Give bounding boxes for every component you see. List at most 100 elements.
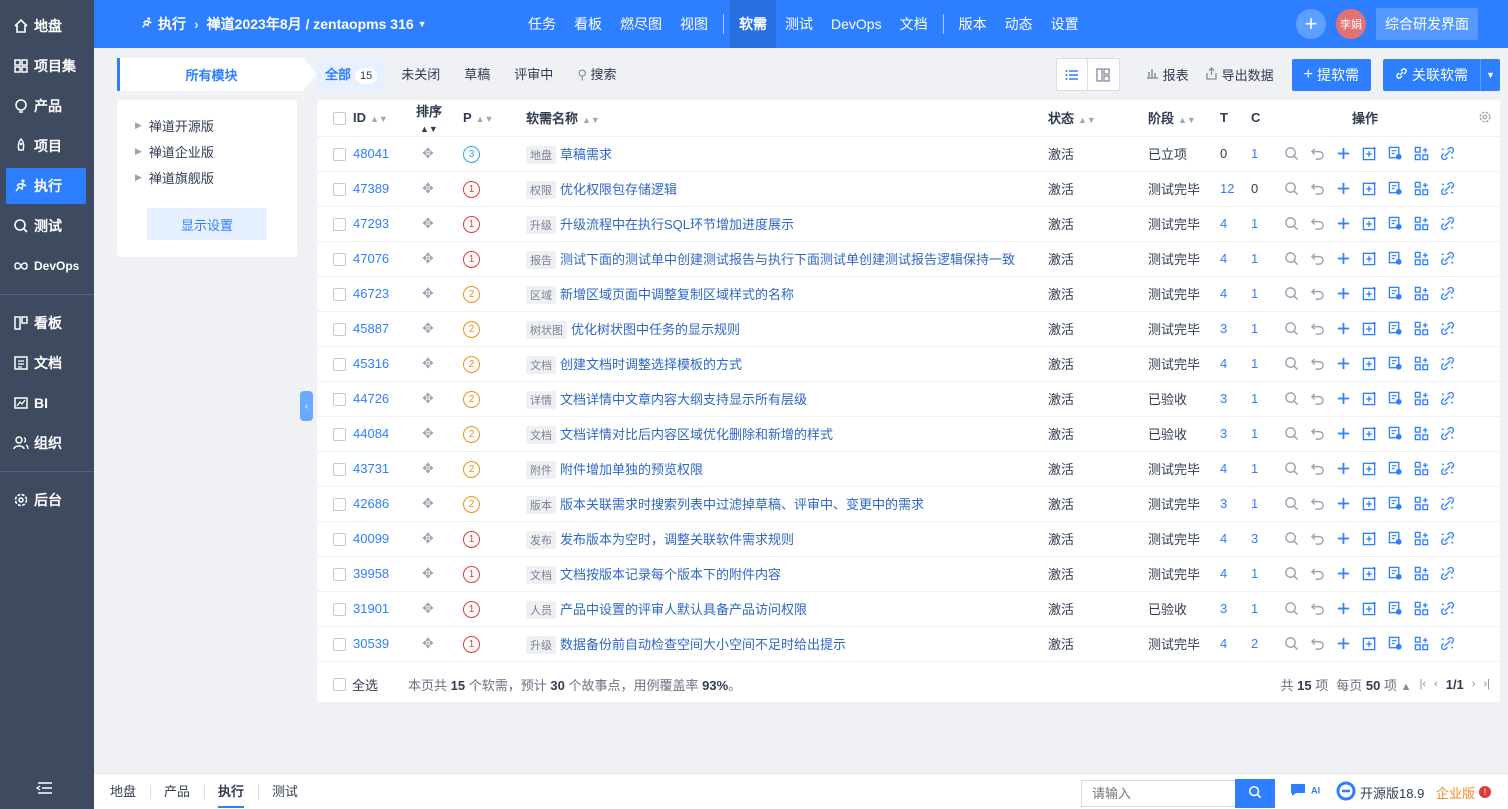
create-case-icon[interactable]	[1386, 145, 1404, 163]
task-count[interactable]: 4	[1220, 356, 1227, 371]
create-story-button[interactable]: + 提软需	[1291, 58, 1371, 91]
case-count[interactable]: 1	[1251, 391, 1258, 406]
view-icon[interactable]	[1282, 425, 1300, 443]
view-icon[interactable]	[1282, 320, 1300, 338]
add-task-icon[interactable]	[1360, 215, 1378, 233]
create-case-icon[interactable]	[1386, 215, 1404, 233]
drag-handle-icon[interactable]: ✥	[422, 355, 434, 371]
story-title-link[interactable]: 文档详情对比后内容区域优化删除和新增的样式	[560, 427, 833, 442]
chevron-left-icon[interactable]: ‹	[300, 391, 313, 421]
undo-icon[interactable]	[1308, 495, 1326, 513]
col-order[interactable]: 排序 ▲▼	[416, 100, 463, 137]
case-count[interactable]: 1	[1251, 461, 1258, 476]
add-task-icon[interactable]	[1360, 145, 1378, 163]
plus-icon[interactable]	[1334, 180, 1352, 198]
view-icon[interactable]	[1282, 460, 1300, 478]
story-title-link[interactable]: 升级流程中在执行SQL环节增加进度展示	[560, 217, 794, 232]
case-count[interactable]: 3	[1251, 531, 1258, 546]
last-page-icon[interactable]: ›|	[1483, 678, 1490, 690]
row-checkbox[interactable]	[333, 253, 346, 267]
col-name[interactable]: 软需名称 ▲▼	[526, 100, 1048, 137]
plus-icon[interactable]	[1334, 635, 1352, 653]
split-icon[interactable]	[1412, 565, 1430, 583]
chevron-down-icon[interactable]: ▼	[1480, 58, 1500, 91]
create-case-icon[interactable]	[1386, 180, 1404, 198]
story-title-link[interactable]: 新增区域页面中调整复制区域样式的名称	[560, 287, 794, 302]
drag-handle-icon[interactable]: ✥	[422, 180, 434, 196]
view-icon[interactable]	[1282, 250, 1300, 268]
nav-settings[interactable]: 设置	[1042, 0, 1088, 48]
story-id-link[interactable]: 48041	[353, 146, 389, 161]
settings-gear-icon[interactable]	[1478, 110, 1492, 127]
col-id[interactable]: ID ▲▼	[353, 100, 416, 137]
undo-icon[interactable]	[1308, 390, 1326, 408]
breadcrumb-project[interactable]: 禅道2023年8月 / zentaopms 316	[207, 14, 414, 34]
avatar[interactable]: 李娟	[1336, 9, 1366, 39]
story-id-link[interactable]: 47076	[353, 251, 389, 266]
create-case-icon[interactable]	[1386, 495, 1404, 513]
row-checkbox[interactable]	[333, 498, 346, 512]
case-count[interactable]: 1	[1251, 251, 1258, 266]
undo-icon[interactable]	[1308, 565, 1326, 583]
undo-icon[interactable]	[1308, 180, 1326, 198]
story-id-link[interactable]: 47293	[353, 216, 389, 231]
list-view-icon[interactable]	[1057, 59, 1088, 90]
story-title-link[interactable]: 附件增加单独的预览权限	[560, 462, 703, 477]
nav-qa[interactable]: 测试	[776, 0, 822, 48]
story-id-link[interactable]: 40099	[353, 531, 389, 546]
select-all[interactable]: 全选	[333, 675, 378, 694]
all-modules-tab[interactable]: 所有模块	[117, 58, 317, 91]
split-icon[interactable]	[1412, 250, 1430, 268]
add-task-icon[interactable]	[1360, 390, 1378, 408]
story-id-link[interactable]: 45316	[353, 356, 389, 371]
undo-icon[interactable]	[1308, 285, 1326, 303]
sidebar-item-org[interactable]: 组织	[6, 425, 86, 461]
row-checkbox[interactable]	[333, 533, 346, 547]
version-info[interactable]: 开源版18.9	[1336, 774, 1424, 809]
plus-icon[interactable]	[1334, 355, 1352, 373]
case-count[interactable]: 1	[1251, 426, 1258, 441]
story-title-link[interactable]: 发布版本为空时，调整关联软件需求规则	[560, 532, 794, 547]
plus-icon[interactable]	[1334, 285, 1352, 303]
unlink-icon[interactable]	[1438, 495, 1456, 513]
case-count[interactable]: 1	[1251, 601, 1258, 616]
add-task-icon[interactable]	[1360, 320, 1378, 338]
task-count[interactable]: 3	[1220, 601, 1227, 616]
search-toggle[interactable]: ⚲ 搜索	[569, 58, 624, 91]
plus-icon[interactable]	[1334, 425, 1352, 443]
per-page-select[interactable]: 每页 50 项 ▲	[1336, 675, 1411, 694]
unlink-icon[interactable]	[1438, 320, 1456, 338]
drag-handle-icon[interactable]: ✥	[422, 495, 434, 511]
undo-icon[interactable]	[1308, 460, 1326, 478]
story-id-link[interactable]: 47389	[353, 181, 389, 196]
view-icon[interactable]	[1282, 565, 1300, 583]
story-id-link[interactable]: 44726	[353, 391, 389, 406]
view-icon[interactable]	[1282, 355, 1300, 373]
drag-handle-icon[interactable]: ✥	[422, 460, 434, 476]
nav-task[interactable]: 任务	[519, 0, 565, 48]
bottom-tab-home[interactable]: 地盘	[96, 774, 150, 809]
plus-icon[interactable]	[1334, 600, 1352, 618]
plus-icon[interactable]	[1334, 495, 1352, 513]
filter-draft[interactable]: 草稿	[456, 58, 498, 91]
split-icon[interactable]	[1412, 530, 1430, 548]
search-button[interactable]	[1235, 779, 1275, 808]
bottom-tab-execution[interactable]: 执行	[204, 774, 258, 809]
plus-icon[interactable]	[1334, 390, 1352, 408]
sidebar-item-doc[interactable]: 文档	[6, 345, 86, 381]
create-case-icon[interactable]	[1386, 355, 1404, 373]
create-case-icon[interactable]	[1386, 250, 1404, 268]
plus-icon[interactable]	[1334, 460, 1352, 478]
sidebar-item-project[interactable]: 项目	[6, 128, 86, 164]
breadcrumb-module[interactable]: 执行	[158, 14, 186, 34]
sidebar-item-home[interactable]: 地盘	[6, 8, 86, 44]
select-all-checkbox[interactable]	[333, 112, 346, 126]
split-icon[interactable]	[1412, 215, 1430, 233]
undo-icon[interactable]	[1308, 250, 1326, 268]
split-icon[interactable]	[1412, 145, 1430, 163]
undo-icon[interactable]	[1308, 600, 1326, 618]
bottom-tab-qa[interactable]: 测试	[258, 774, 312, 809]
story-id-link[interactable]: 30539	[353, 636, 389, 651]
unlink-icon[interactable]	[1438, 425, 1456, 443]
bottom-tab-product[interactable]: 产品	[150, 774, 204, 809]
